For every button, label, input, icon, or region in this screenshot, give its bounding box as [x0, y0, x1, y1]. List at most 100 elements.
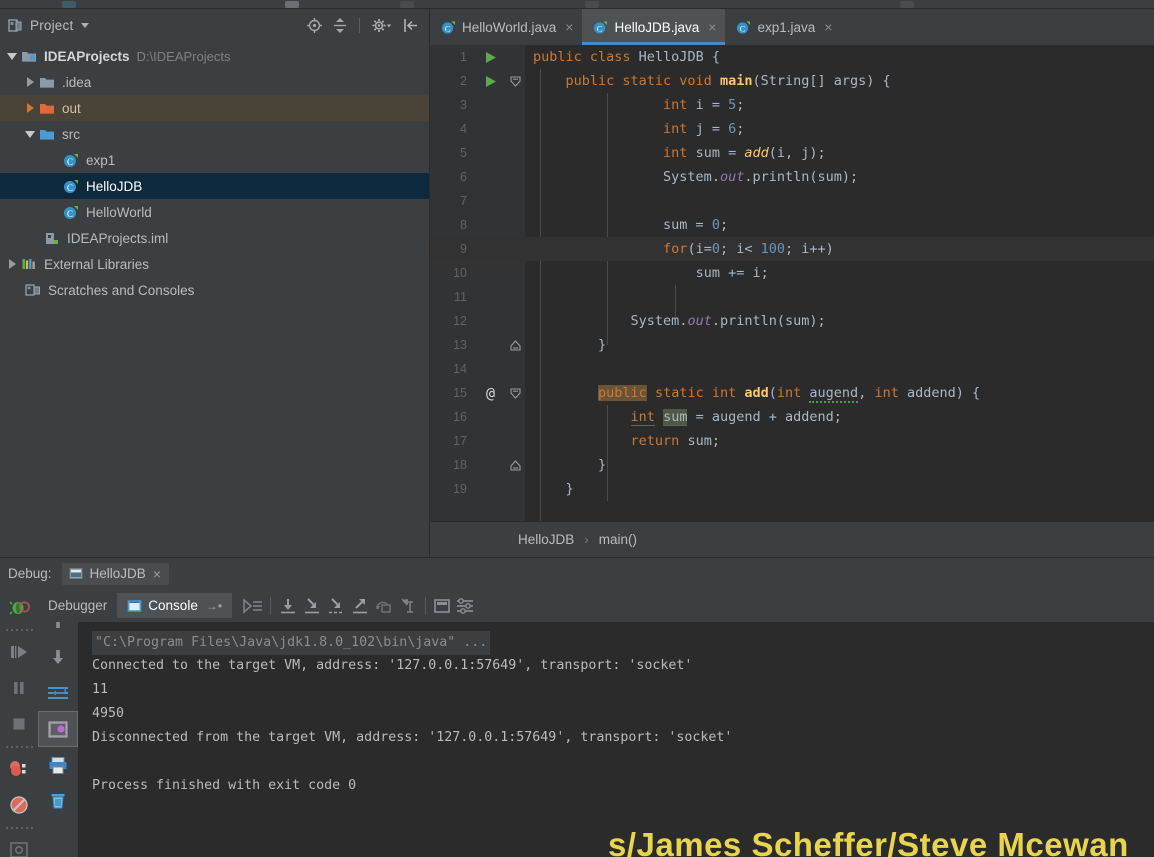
code-line[interactable]: 14	[430, 357, 1154, 381]
line-number: 5	[460, 146, 467, 160]
code-line[interactable]: 16 int sum = augend + addend;	[430, 405, 1154, 429]
code-text: }	[565, 481, 574, 497]
console-output[interactable]: "C:\Program Files\Java\jdk1.8.0_102\bin\…	[78, 622, 1154, 857]
breadcrumb-class[interactable]: HelloJDB	[518, 532, 574, 547]
mute-breakpoints-icon[interactable]	[0, 787, 38, 823]
chevron-right-icon[interactable]	[6, 258, 18, 270]
code-line[interactable]: 17 return sum;	[430, 429, 1154, 453]
step-out-icon[interactable]	[349, 597, 371, 615]
editor-tab-bar: C HelloWorld.java × C HelloJDB.java × C …	[430, 9, 1154, 45]
view-breakpoints-icon[interactable]	[0, 751, 38, 787]
code-line[interactable]: 13 }	[430, 333, 1154, 357]
code-line[interactable]: 19 }	[430, 477, 1154, 501]
toolbar-divider	[270, 597, 272, 614]
scroll-down-icon[interactable]	[38, 639, 78, 675]
step-over-icon[interactable]	[277, 597, 299, 615]
close-icon[interactable]: ×	[153, 566, 161, 582]
folder-orange-icon	[39, 101, 56, 116]
print-icon[interactable]	[38, 747, 78, 783]
resume-program-icon[interactable]	[0, 634, 38, 670]
editor-tab-label: HelloJDB.java	[614, 19, 700, 35]
breadcrumb-method[interactable]: main()	[599, 532, 637, 547]
toolbar-ghost-icon	[585, 1, 599, 8]
code-line[interactable]: 9 for(i=0; i< 100; i++)	[430, 237, 1154, 261]
step-into-icon[interactable]	[301, 597, 323, 615]
run-arrow-icon[interactable]	[476, 51, 505, 64]
fold-expanded-icon[interactable]	[505, 75, 525, 87]
run-arrow-icon[interactable]	[476, 75, 505, 88]
soft-wrap-icon[interactable]	[38, 675, 78, 711]
locate-icon[interactable]	[306, 17, 323, 34]
code-line[interactable]: 4 int j = 6;	[430, 117, 1154, 141]
fold-collapse-end-icon[interactable]	[505, 339, 525, 351]
restore-layout-icon[interactable]	[0, 832, 38, 857]
pause-program-icon[interactable]	[0, 670, 38, 706]
close-icon[interactable]: ×	[824, 19, 832, 35]
code-line[interactable]: 5 int sum = add(i, j);	[430, 141, 1154, 165]
chevron-down-icon[interactable]	[81, 22, 90, 28]
tree-row-external-libraries[interactable]: External Libraries	[0, 251, 429, 277]
print-screen-icon[interactable]	[38, 711, 78, 747]
stop-program-icon[interactable]	[0, 706, 38, 742]
editor-tab-exp1[interactable]: C exp1.java ×	[725, 9, 841, 45]
code-line[interactable]: 8 sum = 0;	[430, 213, 1154, 237]
code-viewport[interactable]: 1 public class HelloJDB { 2 public stati…	[430, 45, 1154, 521]
tree-row-exp1[interactable]: C exp1	[0, 147, 429, 173]
tree-row-scratches[interactable]: Scratches and Consoles	[0, 277, 429, 303]
show-execution-point-icon[interactable]	[242, 597, 264, 615]
collapse-all-icon[interactable]	[332, 17, 348, 34]
tree-label: IDEAProjects.iml	[67, 230, 169, 246]
libraries-icon	[21, 257, 38, 272]
code-line[interactable]: 2 public static void main(String[] args)…	[430, 69, 1154, 93]
force-step-into-icon[interactable]	[325, 597, 347, 615]
editor-area: C HelloWorld.java × C HelloJDB.java × C …	[430, 9, 1154, 557]
project-panel-header: Project	[0, 9, 429, 41]
at-sign-marker-icon[interactable]: @	[476, 384, 505, 402]
svg-text:C: C	[67, 208, 73, 218]
editor-tab-hellojdb[interactable]: C HelloJDB.java ×	[582, 9, 726, 45]
clear-all-trash-icon[interactable]	[38, 783, 78, 819]
code-line[interactable]: 7	[430, 189, 1154, 213]
tree-row-iml[interactable]: IDEAProjects.iml	[0, 225, 429, 251]
code-line[interactable]: 15 @ public static int add(int augend, i…	[430, 381, 1154, 405]
settings-gear-icon[interactable]	[371, 17, 393, 34]
code-line[interactable]: 18 }	[430, 453, 1154, 477]
fold-collapse-end-icon[interactable]	[505, 459, 525, 471]
settings-lines-icon[interactable]	[454, 597, 476, 615]
code-line[interactable]: 12 System.out.println(sum);	[430, 309, 1154, 333]
debug-bug-icon[interactable]	[0, 589, 38, 625]
run-to-cursor-icon[interactable]	[397, 597, 419, 615]
close-icon[interactable]: ×	[708, 19, 716, 35]
drop-frame-icon[interactable]	[373, 597, 395, 615]
tree-row-ideaprojects[interactable]: IDEAProjects D:\IDEAProjects	[0, 43, 429, 69]
chevron-right-icon[interactable]	[24, 102, 36, 114]
tab-debugger[interactable]: Debugger	[38, 593, 117, 618]
tree-label: HelloJDB	[86, 178, 143, 194]
debug-run-config-tab[interactable]: HelloJDB ×	[61, 562, 170, 585]
chevron-down-icon[interactable]	[24, 128, 36, 140]
code-line[interactable]: 3 int i = 5;	[430, 93, 1154, 117]
tab-console[interactable]: Console →•	[117, 593, 233, 618]
tree-row-hellojdb[interactable]: C HelloJDB	[0, 173, 429, 199]
tree-row-src[interactable]: src	[0, 121, 429, 147]
code-line[interactable]: 1 public class HelloJDB {	[430, 45, 1154, 69]
tree-row-helloworld[interactable]: C HelloWorld	[0, 199, 429, 225]
pin-tab-icon[interactable]: →•	[206, 599, 222, 613]
overlay-caption: s/James Scheffer/Steve Mcewan	[608, 826, 1129, 857]
chevron-right-icon[interactable]	[24, 76, 36, 88]
project-folder-icon	[21, 49, 38, 64]
code-line[interactable]: 11	[430, 285, 1154, 309]
toolbar-ghost-icon	[900, 1, 914, 8]
chevron-down-icon[interactable]	[6, 50, 18, 62]
hide-panel-icon[interactable]	[402, 17, 419, 34]
debug-tool-window: Debug: HelloJDB × Debugger Console →• "C…	[0, 557, 1154, 857]
evaluate-expression-icon[interactable]	[432, 597, 452, 615]
close-icon[interactable]: ×	[565, 19, 573, 35]
line-number: 9	[460, 242, 467, 256]
tree-row-out[interactable]: out	[0, 95, 429, 121]
tree-row-idea[interactable]: .idea	[0, 69, 429, 95]
code-line[interactable]: 6 System.out.println(sum);	[430, 165, 1154, 189]
fold-expanded-icon[interactable]	[505, 387, 525, 399]
editor-tab-helloworld[interactable]: C HelloWorld.java ×	[430, 9, 582, 45]
code-line[interactable]: 10 sum += i;	[430, 261, 1154, 285]
